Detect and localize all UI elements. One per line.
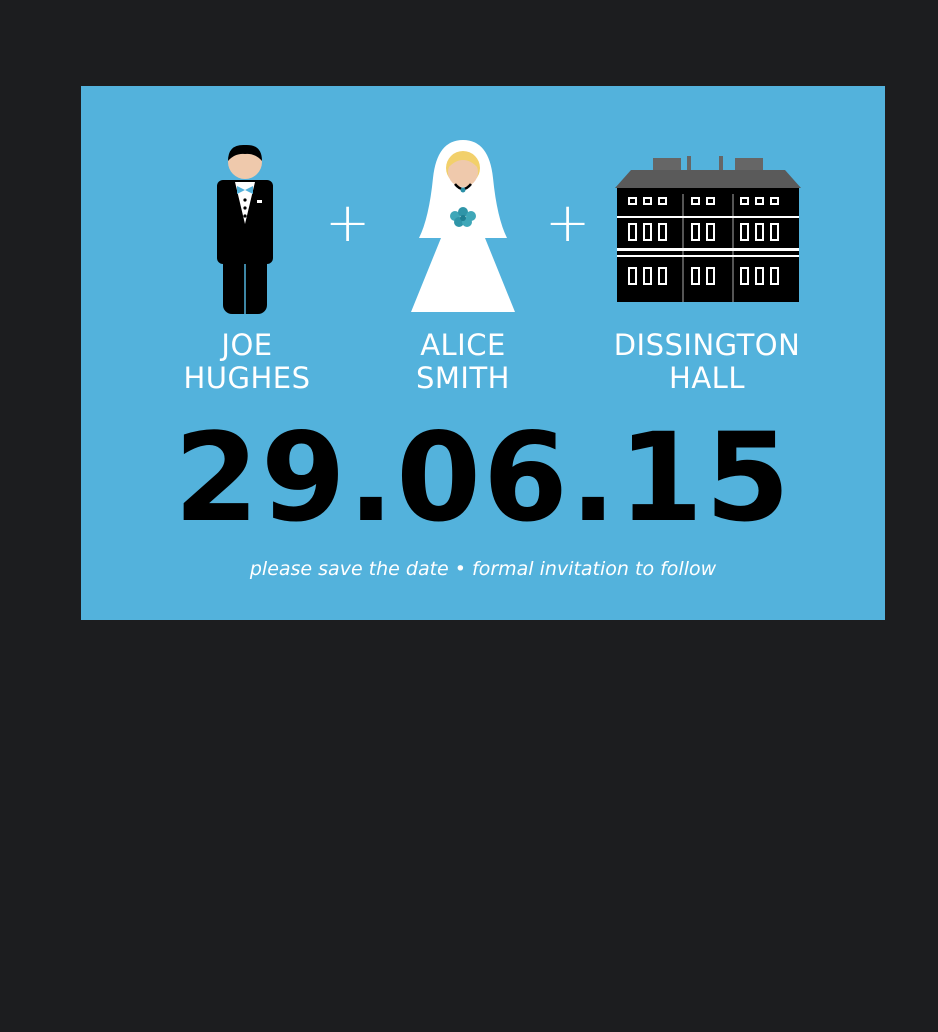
plus-sign: + — [545, 191, 591, 254]
plus-sign: + — [325, 191, 371, 254]
venue-last-name: HALL — [669, 361, 745, 395]
bride-icon — [411, 138, 515, 314]
groom-first-name: JOE — [221, 328, 273, 362]
bride-first-name: ALICE — [420, 328, 506, 362]
venue-first-name: DISSINGTON — [613, 328, 801, 362]
tagline: please save the date • formal invitation… — [249, 558, 717, 580]
groom-last-name: HUGHES — [183, 361, 311, 395]
save-the-date-card: + + JOE HUGHES ALICE SMITH DISSINGTON HA… — [81, 86, 885, 620]
bride-name: ALICE SMITH — [371, 329, 555, 395]
groom-name: JOE HUGHES — [155, 329, 339, 395]
hall-building-icon — [615, 156, 801, 302]
groom-icon — [213, 144, 277, 316]
bride-last-name: SMITH — [415, 361, 510, 395]
venue-name: DISSINGTON HALL — [593, 329, 821, 395]
wedding-date: 29.06.15 — [173, 407, 793, 549]
